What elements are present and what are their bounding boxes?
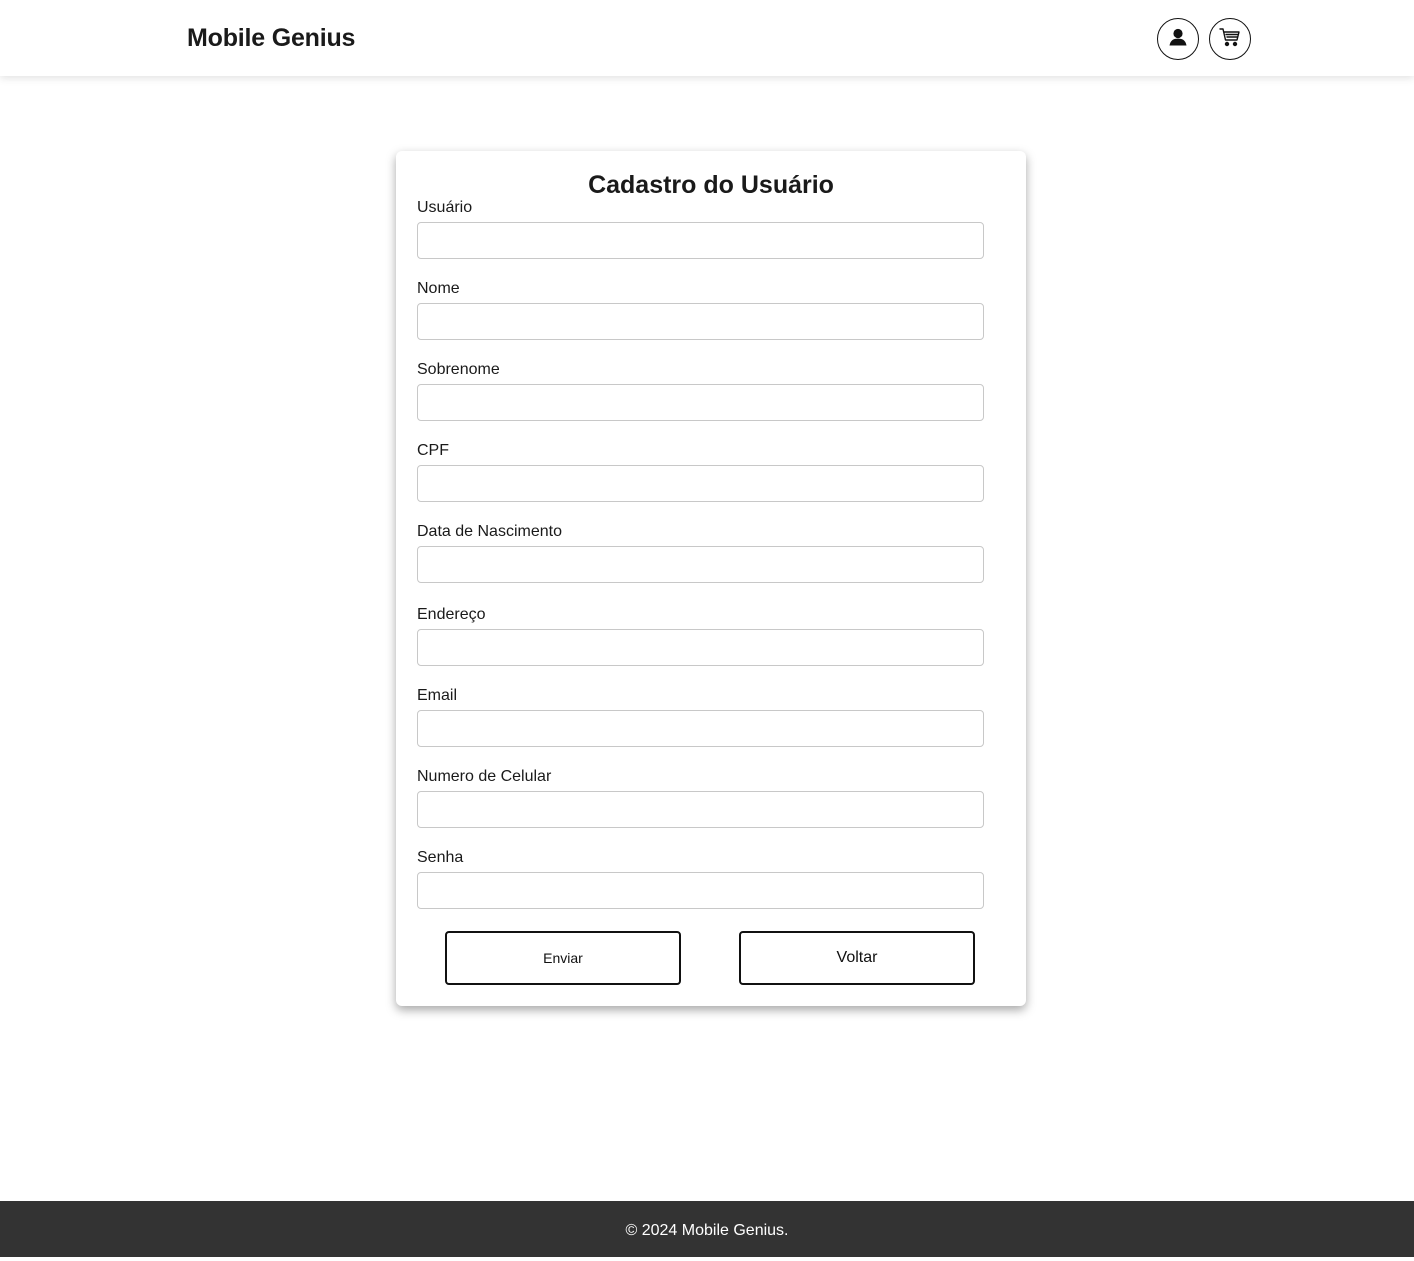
- submit-button[interactable]: Enviar: [445, 931, 681, 985]
- field-label-celular: Numero de Celular: [417, 768, 552, 785]
- cart-button[interactable]: [1209, 18, 1251, 60]
- cpf-input[interactable]: [417, 465, 984, 502]
- field-label-senha: Senha: [417, 849, 464, 866]
- data-nascimento-input[interactable]: [417, 546, 984, 583]
- nome-input[interactable]: [417, 303, 984, 340]
- field-label-usuario: Usuário: [417, 199, 473, 216]
- cart-icon: [1217, 24, 1243, 55]
- senha-input[interactable]: [417, 872, 984, 909]
- user-account-button[interactable]: [1157, 18, 1199, 60]
- site-header: Mobile Genius: [0, 0, 1414, 76]
- field-label-nome: Nome: [417, 280, 460, 297]
- field-label-sobrenome: Sobrenome: [417, 361, 500, 378]
- site-footer: © 2024 Mobile Genius.: [0, 1201, 1414, 1257]
- field-label-cpf: CPF: [417, 442, 449, 459]
- footer-copyright: © 2024 Mobile Genius.: [625, 1222, 789, 1239]
- endereco-input[interactable]: [417, 629, 984, 666]
- usuario-input[interactable]: [417, 222, 984, 259]
- registration-card: Cadastro do Usuário Usuário Nome Sobreno…: [396, 151, 1026, 1006]
- sobrenome-input[interactable]: [417, 384, 984, 421]
- brand-logo[interactable]: Mobile Genius: [187, 24, 355, 53]
- back-button[interactable]: Voltar: [739, 931, 975, 985]
- field-label-data-nascimento: Data de Nascimento: [417, 523, 562, 540]
- celular-input[interactable]: [417, 791, 984, 828]
- form-title: Cadastro do Usuário: [588, 171, 834, 199]
- field-label-endereco: Endereço: [417, 606, 486, 623]
- email-input[interactable]: [417, 710, 984, 747]
- user-icon: [1165, 24, 1191, 55]
- field-label-email: Email: [417, 687, 458, 704]
